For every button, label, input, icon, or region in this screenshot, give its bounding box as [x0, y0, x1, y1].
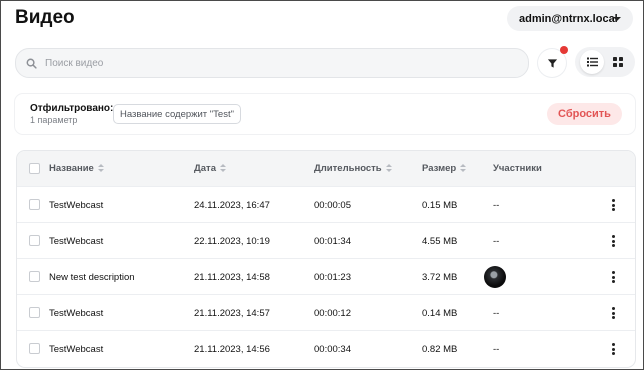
video-duration: 00:00:05 — [314, 200, 351, 211]
table-row[interactable]: TestWebcast 24.11.2023, 16:47 00:00:05 0… — [17, 186, 635, 222]
video-duration: 00:01:34 — [314, 236, 351, 247]
video-duration: 00:00:12 — [314, 308, 351, 319]
video-date: 21.11.2023, 14:57 — [194, 308, 270, 319]
video-date: 22.11.2023, 10:19 — [194, 236, 270, 247]
chevron-down-icon — [613, 17, 621, 21]
row-checkbox[interactable] — [29, 307, 40, 318]
view-toggle — [575, 47, 635, 77]
column-header-name[interactable]: Название — [49, 163, 104, 174]
table-row[interactable]: TestWebcast 21.11.2023, 14:56 00:00:34 0… — [17, 330, 635, 366]
account-label: admin@ntrnx.local — [519, 12, 618, 25]
list-view-icon — [586, 57, 598, 67]
sort-icon — [220, 164, 226, 173]
column-header-size[interactable]: Размер — [422, 163, 467, 174]
row-checkbox[interactable] — [29, 235, 40, 246]
sort-icon — [460, 164, 467, 173]
filtered-count: 1 параметр — [30, 115, 78, 125]
filter-active-indicator — [560, 46, 568, 54]
video-size: 0.14 MB — [422, 308, 458, 319]
column-header-duration[interactable]: Длительность — [314, 163, 392, 174]
row-checkbox[interactable] — [29, 199, 40, 210]
search-input[interactable] — [45, 57, 485, 69]
video-name[interactable]: TestWebcast — [49, 308, 103, 319]
video-duration: 00:01:23 — [314, 272, 351, 283]
kebab-menu-icon[interactable] — [611, 199, 615, 211]
participant-avatar[interactable] — [484, 266, 506, 288]
column-header-date[interactable]: Дата — [194, 163, 226, 174]
video-size: 4.55 MB — [422, 236, 458, 247]
kebab-menu-icon[interactable] — [611, 343, 615, 355]
sort-icon — [97, 164, 104, 173]
kebab-menu-icon[interactable] — [611, 271, 615, 283]
video-name[interactable]: TestWebcast — [49, 344, 103, 355]
account-dropdown[interactable]: admin@ntrnx.local — [507, 6, 633, 31]
grid-view-button[interactable] — [606, 50, 630, 74]
grid-view-icon — [613, 57, 623, 67]
search-icon — [26, 58, 37, 69]
filter-chip[interactable]: Название содержит "Test" — [113, 104, 241, 124]
video-participants: -- — [493, 344, 500, 355]
video-duration: 00:00:34 — [314, 344, 351, 355]
video-size: 3.72 MB — [422, 272, 458, 283]
filter-icon — [547, 58, 557, 68]
reset-filters-button[interactable]: Сбросить — [547, 103, 622, 125]
table-row[interactable]: TestWebcast 22.11.2023, 10:19 00:01:34 4… — [17, 222, 635, 258]
row-checkbox[interactable] — [29, 271, 40, 282]
table-row[interactable]: New test description 21.11.2023, 14:58 0… — [17, 258, 635, 294]
page-title: Видео — [15, 7, 75, 28]
video-name[interactable]: TestWebcast — [49, 236, 103, 247]
video-participants: -- — [493, 236, 500, 247]
active-filters-bar: Отфильтровано: 1 параметр Название содер… — [15, 94, 635, 134]
video-participants: -- — [493, 200, 500, 211]
video-name[interactable]: TestWebcast — [49, 200, 103, 211]
row-checkbox[interactable] — [29, 343, 40, 354]
video-date: 24.11.2023, 16:47 — [194, 200, 270, 211]
select-all-checkbox[interactable] — [29, 163, 40, 174]
video-participants: -- — [493, 308, 500, 319]
video-date: 21.11.2023, 14:58 — [194, 272, 270, 283]
video-name[interactable]: New test description — [49, 272, 135, 283]
video-size: 0.82 MB — [422, 344, 458, 355]
kebab-menu-icon[interactable] — [611, 235, 615, 247]
filtered-label: Отфильтровано: — [30, 103, 114, 114]
sort-icon — [385, 164, 392, 173]
videos-table: Название Дата Длительность Размер Участн… — [17, 151, 635, 367]
table-row[interactable]: TestWebcast 21.11.2023, 14:57 00:00:12 0… — [17, 294, 635, 330]
list-view-button[interactable] — [580, 50, 604, 74]
video-size: 0.15 MB — [422, 200, 458, 211]
table-header: Название Дата Длительность Размер Участн… — [17, 151, 635, 186]
video-date: 21.11.2023, 14:56 — [194, 344, 270, 355]
kebab-menu-icon[interactable] — [611, 307, 615, 319]
column-header-participants: Участники — [493, 163, 542, 174]
search-bar[interactable] — [15, 48, 529, 78]
